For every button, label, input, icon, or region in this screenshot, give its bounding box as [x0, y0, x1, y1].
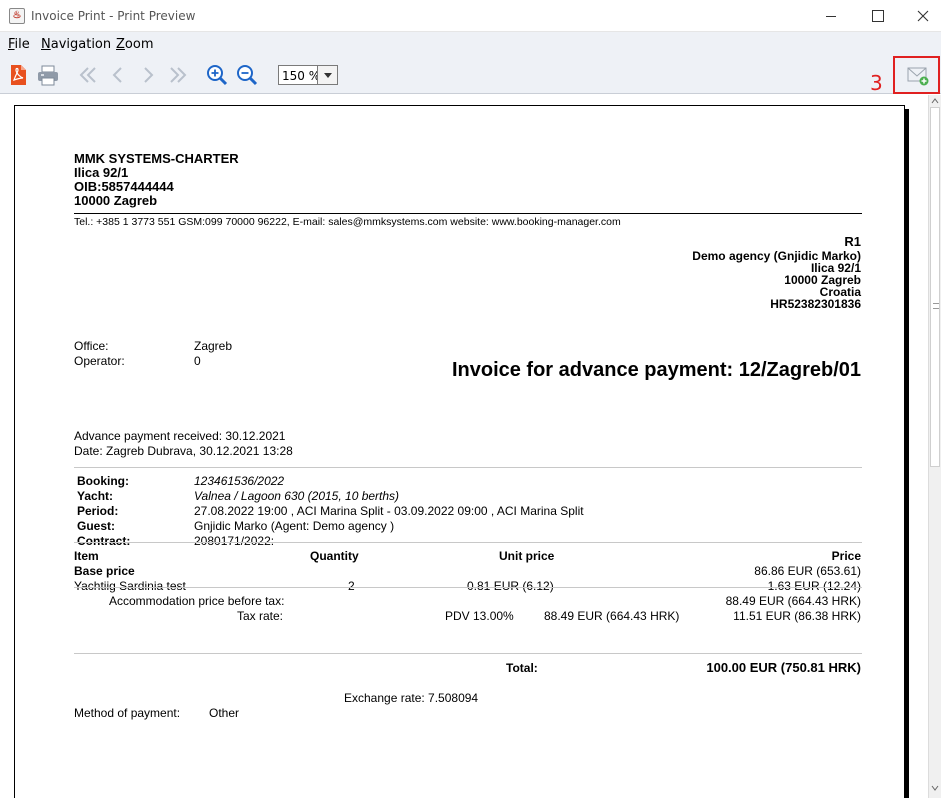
tax-rate-label: Tax rate:: [237, 609, 284, 623]
office-label: Office:: [74, 339, 109, 353]
title-bar: ♨ Invoice Print - Print Preview: [0, 0, 941, 32]
tax-rate-value: PDV 13.00%: [445, 609, 514, 623]
double-chevron-left-icon: [79, 67, 96, 83]
total-divider: [74, 653, 862, 654]
window-title: Invoice Print - Print Preview: [31, 9, 196, 23]
send-email-button[interactable]: [893, 56, 940, 94]
page-shadow: [905, 109, 909, 798]
yacht-value: Valnea / Lagoon 630 (2015, 10 berths): [194, 489, 400, 503]
total-label: Total:: [506, 661, 538, 675]
menu-bar: File Navigation Zoom: [0, 32, 941, 57]
company-name: MMK SYSTEMS-CHARTER: [74, 151, 239, 166]
advance-received: Advance payment received: 30.12.2021: [74, 429, 286, 443]
booking-label: Booking:: [77, 474, 129, 488]
base-price-label: Base price: [74, 564, 135, 578]
next-page-button[interactable]: [137, 64, 159, 86]
scrollbar-thumb[interactable]: [930, 107, 940, 467]
accommodation-value: 88.49 EUR (664.43 HRK): [725, 594, 861, 608]
chevron-left-icon: [112, 67, 122, 83]
menu-file[interactable]: File: [8, 37, 30, 52]
chevron-down-icon[interactable]: [317, 66, 337, 84]
scroll-down-icon: [931, 785, 939, 791]
double-chevron-right-icon: [170, 67, 187, 83]
print-button[interactable]: [37, 64, 59, 86]
total-value: 100.00 EUR (750.81 HRK): [706, 660, 861, 675]
col-header-price: Price: [831, 549, 861, 563]
close-button[interactable]: [900, 0, 941, 32]
zoom-out-icon: [237, 65, 258, 86]
header-divider: [74, 213, 862, 214]
customer-vat: HR52382301836: [770, 297, 861, 311]
base-price-value: 86.86 EUR (653.61): [754, 564, 861, 578]
zoom-out-button[interactable]: [236, 64, 258, 86]
invoice-date: Date: Zagreb Dubrava, 30.12.2021 13:28: [74, 444, 293, 458]
payment-method-value: Other: [209, 706, 240, 720]
menu-zoom[interactable]: Zoom: [116, 37, 153, 52]
toolbar: 150 %: [0, 57, 941, 94]
zoom-in-button[interactable]: [206, 64, 228, 86]
col-header-quantity: Quantity: [310, 549, 359, 563]
scrollbar-grip-icon: [933, 303, 939, 309]
operator-label: Operator:: [74, 354, 125, 368]
row-item: Yachtiig Sardinia test: [74, 579, 186, 593]
first-page-button[interactable]: [77, 64, 99, 86]
minimize-button[interactable]: [808, 0, 854, 32]
tax-base-value: 88.49 EUR (664.43 HRK): [544, 609, 680, 623]
row-price: 1.63 EUR (12.24): [767, 579, 861, 593]
chevron-right-icon: [144, 67, 154, 83]
vertical-scrollbar[interactable]: [928, 95, 941, 798]
guest-value: Gnjidic Marko (Agent: Demo agency ): [194, 519, 395, 533]
operator-value: 0: [194, 354, 201, 368]
customer-code: R1: [844, 234, 861, 249]
zoom-select[interactable]: 150 %: [278, 65, 338, 85]
company-street: Ilica 92/1: [74, 165, 129, 180]
pdf-icon: [11, 65, 26, 85]
table-top-divider: [74, 542, 862, 543]
booking-top-divider: [74, 467, 862, 468]
tax-amount-value: 11.51 EUR (86.38 HRK): [733, 609, 861, 623]
period-label: Period:: [77, 504, 119, 518]
zoom-value: 150 %: [282, 69, 321, 83]
accommodation-label: Accommodation price before tax:: [109, 594, 285, 608]
col-header-unit-price: Unit price: [499, 549, 555, 563]
yacht-label: Yacht:: [77, 489, 114, 503]
last-page-button[interactable]: [167, 64, 189, 86]
scroll-up-icon: [931, 98, 939, 104]
preview-area[interactable]: MMK SYSTEMS-CHARTER Ilica 92/1 OIB:58574…: [0, 95, 941, 798]
java-app-icon: ♨: [9, 8, 25, 24]
contact-line: Tel.: +385 1 3773 551 GSM:099 70000 9622…: [74, 216, 621, 228]
payment-method-label: Method of payment:: [74, 706, 181, 720]
invoice-page: MMK SYSTEMS-CHARTER Ilica 92/1 OIB:58574…: [14, 105, 905, 798]
booking-value: 123461536/2022: [194, 474, 285, 488]
office-value: Zagreb: [194, 339, 233, 353]
printer-icon: [38, 65, 58, 86]
export-pdf-button[interactable]: [8, 64, 30, 86]
annotation-number: 3: [870, 71, 883, 95]
contract-label: Contract:: [77, 534, 131, 548]
menu-navigation[interactable]: Navigation: [41, 37, 111, 52]
exchange-rate: Exchange rate: 7.508094: [344, 691, 479, 705]
previous-page-button[interactable]: [107, 64, 129, 86]
guest-label: Guest:: [77, 519, 116, 533]
zoom-in-icon: [207, 65, 228, 86]
col-header-item: Item: [74, 549, 99, 563]
row-unit-price: 0.81 EUR (6.12): [467, 579, 554, 593]
close-icon: [917, 10, 929, 22]
subtotal-divider: [74, 587, 862, 588]
email-add-icon: [907, 67, 929, 86]
company-city: 10000 Zagreb: [74, 193, 158, 208]
invoice-title: Invoice for advance payment: 12/Zagreb/0…: [451, 359, 861, 381]
maximize-button[interactable]: [854, 0, 900, 32]
row-quantity: 2: [348, 579, 355, 593]
period-value: 27.08.2022 19:00 , ACI Marina Split - 03…: [194, 504, 584, 518]
contract-value: 2080171/2022:: [194, 534, 275, 548]
company-oib: OIB:5857444444: [74, 179, 174, 194]
